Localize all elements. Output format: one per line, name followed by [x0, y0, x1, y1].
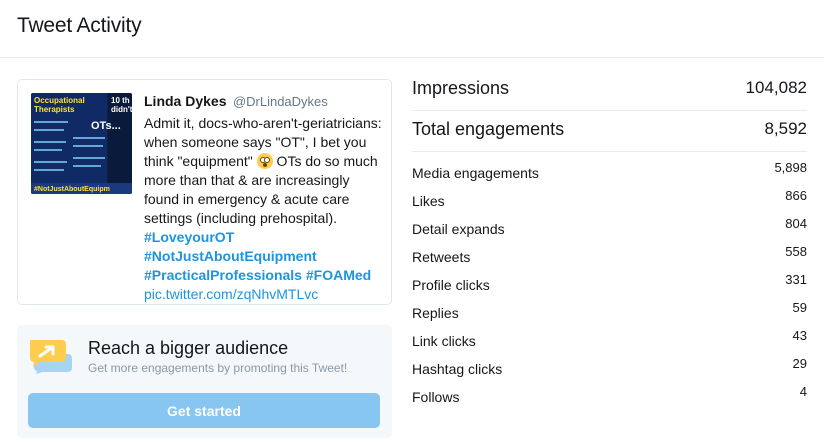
stat-label: Hashtag clicks — [412, 361, 503, 377]
stat-row[interactable]: Media engagements 5,898 — [412, 156, 807, 184]
thumbnail-text-line — [34, 169, 64, 171]
stat-row[interactable]: Retweets 558 — [412, 240, 807, 268]
stat-value: 558 — [785, 244, 807, 259]
stat-row[interactable]: Likes 866 — [412, 184, 807, 212]
stat-value: 804 — [785, 216, 807, 231]
tweet-media-thumbnail[interactable]: Occupational Therapists 10 th didn't OTs… — [31, 93, 132, 194]
stat-row[interactable]: Link clicks 43 — [412, 324, 807, 352]
flushed-face-emoji-icon — [256, 153, 273, 169]
stat-value: 8,592 — [764, 119, 807, 138]
header: Tweet Activity — [0, 0, 824, 58]
stat-label: Profile clicks — [412, 277, 490, 293]
thumbnail-text-line — [34, 149, 62, 151]
stat-value: 29 — [792, 356, 807, 371]
tweet-stats: Impressions 104,082 Total engagements 8,… — [412, 70, 807, 408]
hashtag-link[interactable]: #FOAMed — [306, 267, 371, 283]
hashtag-link[interactable]: #NotJustAboutEquipment — [144, 248, 317, 264]
thumbnail-text-line — [73, 165, 101, 167]
thumbnail-text-line — [34, 129, 64, 131]
stat-value: 59 — [792, 300, 807, 315]
tweet-body: Linda Dykes @DrLindaDykes Admit it, docs… — [144, 93, 384, 304]
page-title: Tweet Activity — [17, 14, 142, 37]
thumbnail-title-left: Occupational Therapists — [34, 96, 85, 114]
stat-row[interactable]: Follows 4 — [412, 380, 807, 408]
stat-value: 4 — [799, 384, 807, 399]
stat-label: Total engagements — [412, 119, 565, 139]
promo-title: Reach a bigger audience — [88, 338, 289, 358]
thumbnail-text-line — [73, 157, 105, 159]
thumbnail-text-line — [73, 137, 105, 139]
megaphone-chat-icon — [30, 340, 72, 374]
stat-impressions: Impressions 104,082 — [412, 70, 807, 111]
stat-value: 104,082 — [745, 78, 807, 97]
stat-row[interactable]: Hashtag clicks 29 — [412, 352, 807, 380]
stat-label: Likes — [412, 193, 445, 209]
author-handle[interactable]: @DrLindaDykes — [233, 94, 328, 109]
get-started-button[interactable]: Get started — [28, 393, 380, 428]
stat-value: 866 — [785, 188, 807, 203]
stat-label: Impressions — [412, 78, 510, 98]
stat-label: Detail expands — [412, 221, 505, 237]
thumbnail-text-line — [34, 161, 67, 163]
stat-label: Replies — [412, 305, 459, 321]
stat-total-engagements: Total engagements 8,592 — [412, 111, 807, 152]
thumbnail-text-line — [73, 145, 103, 147]
thumbnail-text-line — [34, 121, 68, 123]
hashtag-link[interactable]: #LoveyourOT — [144, 229, 234, 245]
author-name[interactable]: Linda Dykes — [144, 93, 226, 109]
stat-label: Follows — [412, 389, 460, 405]
stat-label: Link clicks — [412, 333, 476, 349]
stat-label: Retweets — [412, 249, 471, 265]
stat-value: 43 — [792, 328, 807, 343]
tweet-author: Linda Dykes @DrLindaDykes — [144, 93, 384, 111]
stat-row[interactable]: Profile clicks 331 — [412, 268, 807, 296]
promote-tweet-panel: Reach a bigger audience Get more engagem… — [17, 325, 392, 438]
stat-value: 5,898 — [774, 160, 807, 175]
tweet-card[interactable]: Occupational Therapists 10 th didn't OTs… — [17, 79, 392, 305]
hashtag-link[interactable]: #PracticalProfessionals — [144, 267, 302, 283]
thumbnail-text-line — [34, 141, 66, 143]
thumbnail-center-label: OTs... — [91, 120, 121, 132]
stat-row[interactable]: Replies 59 — [412, 296, 807, 324]
promo-subtitle: Get more engagements by promoting this T… — [88, 361, 348, 375]
stat-value: 331 — [785, 272, 807, 287]
stat-row[interactable]: Detail expands 804 — [412, 212, 807, 240]
thumbnail-title-right: 10 th didn't — [111, 96, 132, 114]
tweet-text: Admit it, docs-who-aren't-geriatricians:… — [144, 114, 384, 304]
media-link[interactable]: pic.twitter.com/zqNhvMTLvc — [144, 286, 318, 302]
stat-label: Media engagements — [412, 165, 539, 181]
thumbnail-hashtag: #NotJustAboutEquipm — [34, 186, 110, 193]
